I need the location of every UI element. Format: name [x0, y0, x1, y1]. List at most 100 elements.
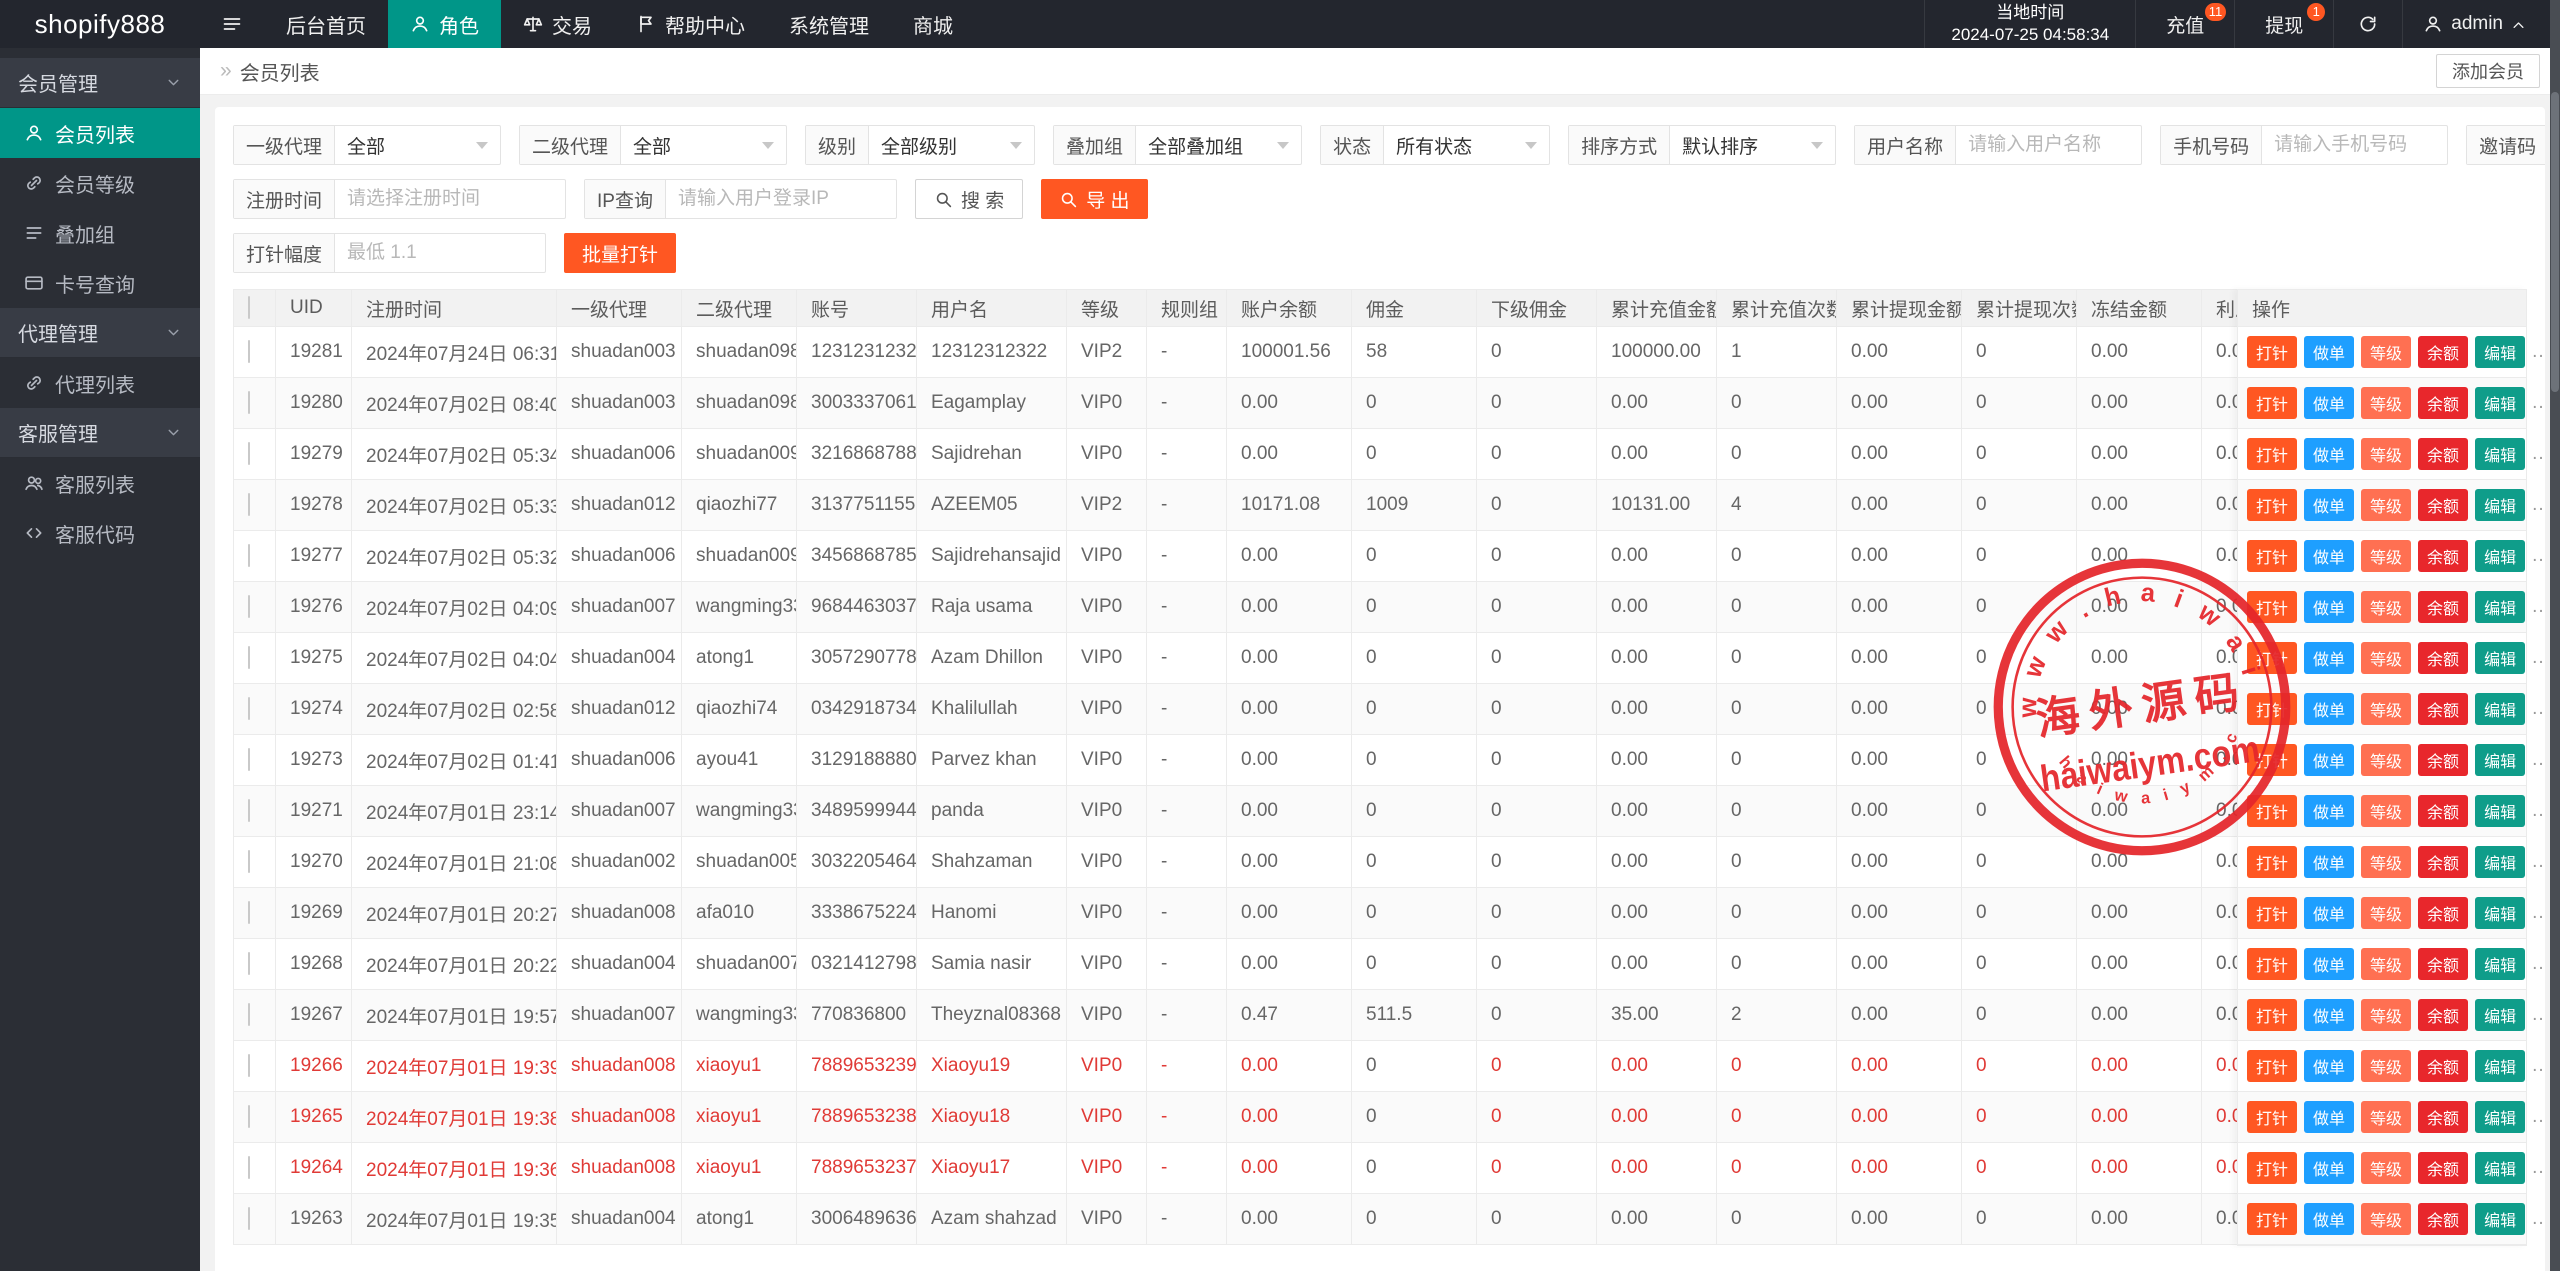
row-checkbox[interactable] [248, 595, 250, 618]
action-3-button[interactable]: 等级 [2361, 540, 2412, 572]
action-4-button[interactable]: 余额 [2418, 1152, 2469, 1184]
action-5-button[interactable]: 编辑 [2475, 795, 2526, 827]
action-2-button[interactable]: 做单 [2304, 897, 2355, 929]
action-2-button[interactable]: 做单 [2304, 438, 2355, 470]
action-2-button[interactable]: 做单 [2304, 846, 2355, 878]
action-4-button[interactable]: 余额 [2418, 540, 2469, 572]
user-menu[interactable]: admin [2403, 0, 2546, 48]
action-2-button[interactable]: 做单 [2304, 1203, 2355, 1235]
action-1-button[interactable]: 打针 [2247, 591, 2298, 623]
more-actions-link[interactable]: ... [2532, 698, 2545, 720]
action-3-button[interactable]: 等级 [2361, 489, 2412, 521]
action-5-button[interactable]: 编辑 [2475, 1203, 2526, 1235]
select-all-checkbox[interactable] [248, 296, 250, 319]
more-actions-link[interactable]: ... [2532, 443, 2545, 465]
row-checkbox[interactable] [248, 442, 250, 465]
action-4-button[interactable]: 余额 [2418, 999, 2469, 1031]
action-1-button[interactable]: 打针 [2247, 1203, 2298, 1235]
action-4-button[interactable]: 余额 [2418, 846, 2469, 878]
row-checkbox[interactable] [248, 1156, 250, 1179]
batch-needle-button[interactable]: 批量打针 [564, 233, 677, 273]
action-4-button[interactable]: 余额 [2418, 948, 2469, 980]
row-checkbox[interactable] [248, 544, 250, 567]
more-actions-link[interactable]: ... [2532, 596, 2545, 618]
refresh-button[interactable] [2334, 0, 2402, 48]
row-checkbox[interactable] [248, 850, 250, 873]
action-4-button[interactable]: 余额 [2418, 1203, 2469, 1235]
action-5-button[interactable]: 编辑 [2475, 744, 2526, 776]
action-4-button[interactable]: 余额 [2418, 897, 2469, 929]
filter-select-value[interactable]: 默认排序 [1670, 126, 1835, 164]
action-2-button[interactable]: 做单 [2304, 387, 2355, 419]
action-3-button[interactable]: 等级 [2361, 438, 2412, 470]
scrollbar-thumb[interactable] [2551, 92, 2559, 392]
action-5-button[interactable]: 编辑 [2475, 336, 2526, 368]
action-1-button[interactable]: 打针 [2247, 540, 2298, 572]
nav-menu-2[interactable]: 角色 [388, 0, 501, 48]
row-checkbox[interactable] [248, 1054, 250, 1077]
action-5-button[interactable]: 编辑 [2475, 438, 2526, 470]
action-4-button[interactable]: 余额 [2418, 489, 2469, 521]
row-checkbox[interactable] [248, 952, 250, 975]
action-4-button[interactable]: 余额 [2418, 693, 2469, 725]
more-actions-link[interactable]: ... [2532, 392, 2545, 414]
action-5-button[interactable]: 编辑 [2475, 387, 2526, 419]
action-5-button[interactable]: 编辑 [2475, 642, 2526, 674]
action-1-button[interactable]: 打针 [2247, 1050, 2298, 1082]
action-4-button[interactable]: 余额 [2418, 642, 2469, 674]
search-button[interactable]: 搜 索 [914, 179, 1024, 219]
row-checkbox[interactable] [248, 697, 250, 720]
action-3-button[interactable]: 等级 [2361, 795, 2412, 827]
action-3-button[interactable]: 等级 [2361, 1050, 2412, 1082]
sidebar-section-1[interactable]: 会员管理 [0, 58, 200, 108]
action-4-button[interactable]: 余额 [2418, 336, 2469, 368]
nav-menu-4[interactable]: 帮助中心 [614, 0, 767, 48]
more-actions-link[interactable]: ... [2532, 1157, 2545, 1179]
more-actions-link[interactable]: ... [2532, 1055, 2545, 1077]
action-5-button[interactable]: 编辑 [2475, 693, 2526, 725]
needle-range-input[interactable] [335, 234, 546, 272]
action-1-button[interactable]: 打针 [2247, 846, 2298, 878]
action-1-button[interactable]: 打针 [2247, 387, 2298, 419]
filter-select-value[interactable]: 所有状态 [1384, 126, 1549, 164]
action-4-button[interactable]: 余额 [2418, 1101, 2469, 1133]
action-3-button[interactable]: 等级 [2361, 387, 2412, 419]
action-1-button[interactable]: 打针 [2247, 642, 2298, 674]
action-5-button[interactable]: 编辑 [2475, 897, 2526, 929]
action-2-button[interactable]: 做单 [2304, 1101, 2355, 1133]
sidebar-section-3[interactable]: 客服管理 [0, 408, 200, 458]
filter-text-input-2[interactable] [2262, 126, 2448, 164]
action-4-button[interactable]: 余额 [2418, 438, 2469, 470]
action-3-button[interactable]: 等级 [2361, 999, 2412, 1031]
action-1-button[interactable]: 打针 [2247, 693, 2298, 725]
action-4-button[interactable]: 余额 [2418, 1050, 2469, 1082]
action-4-button[interactable]: 余额 [2418, 387, 2469, 419]
action-2-button[interactable]: 做单 [2304, 591, 2355, 623]
action-2-button[interactable]: 做单 [2304, 999, 2355, 1031]
action-3-button[interactable]: 等级 [2361, 1101, 2412, 1133]
row-checkbox[interactable] [248, 1105, 250, 1128]
sidebar-item-1-2[interactable]: 会员等级 [0, 158, 200, 208]
nav-menu-3[interactable]: 交易 [501, 0, 614, 48]
action-4-button[interactable]: 余额 [2418, 744, 2469, 776]
sidebar-item-3-2[interactable]: 客服代码 [0, 508, 200, 558]
action-1-button[interactable]: 打针 [2247, 1101, 2298, 1133]
action-2-button[interactable]: 做单 [2304, 693, 2355, 725]
action-1-button[interactable]: 打针 [2247, 999, 2298, 1031]
action-3-button[interactable]: 等级 [2361, 897, 2412, 929]
more-actions-link[interactable]: ... [2532, 1106, 2545, 1128]
sidebar-collapse-button[interactable] [200, 0, 264, 48]
row-checkbox[interactable] [248, 493, 250, 516]
row-checkbox[interactable] [248, 391, 250, 414]
more-actions-link[interactable]: ... [2532, 545, 2545, 567]
action-1-button[interactable]: 打针 [2247, 1152, 2298, 1184]
action-1-button[interactable]: 打针 [2247, 897, 2298, 929]
action-3-button[interactable]: 等级 [2361, 693, 2412, 725]
action-5-button[interactable]: 编辑 [2475, 1101, 2526, 1133]
action-1-button[interactable]: 打针 [2247, 948, 2298, 980]
action-1-button[interactable]: 打针 [2247, 336, 2298, 368]
action-2-button[interactable]: 做单 [2304, 795, 2355, 827]
more-actions-link[interactable]: ... [2532, 1004, 2545, 1026]
row-checkbox[interactable] [248, 1207, 250, 1230]
row-checkbox[interactable] [248, 901, 250, 924]
